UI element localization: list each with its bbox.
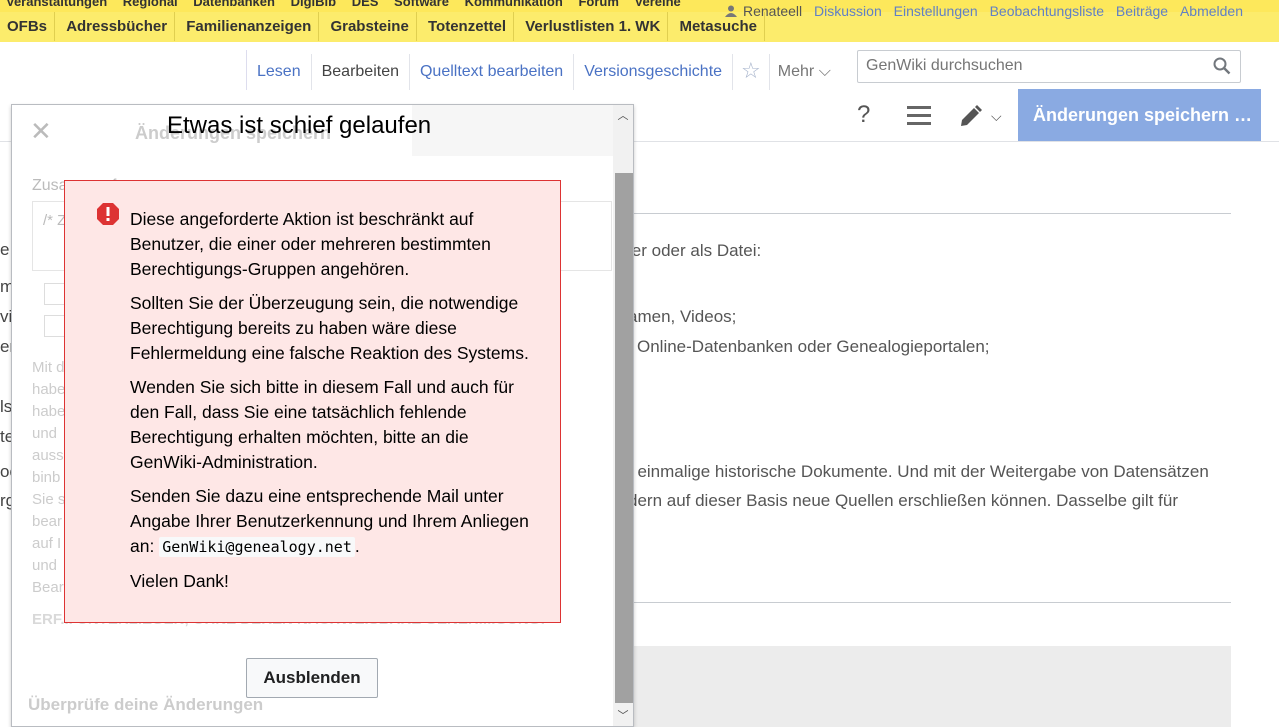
menu-item-ofbs[interactable]: OFBs [0,12,56,41]
menu-item-familienanzeigen[interactable]: Familienanzeigen [179,12,320,41]
hamburger-menu-icon[interactable] [907,106,931,126]
menu-item[interactable]: Vereine [629,0,687,9]
chevron-down-icon: ⌵ [818,63,831,80]
chevron-down-icon[interactable]: ⌵ [991,108,1002,125]
contributions-link[interactable]: Beiträge [1116,3,1168,19]
menu-item[interactable]: DigiBib [285,0,343,9]
menu-item[interactable]: Software [388,0,455,9]
user-icon [725,5,738,17]
menu-item[interactable]: Datenbanken [187,0,281,9]
dismiss-button[interactable]: Ausblenden [246,658,378,698]
minor-edit-checkbox[interactable] [44,283,66,305]
more-menu[interactable]: Mehr ⌵ [770,50,839,90]
help-icon[interactable]: ? [857,101,870,129]
menu-item[interactable]: Kommunikation [459,0,569,9]
tab-history[interactable]: Versionsgeschichte [574,50,732,90]
divider [633,213,1231,214]
menu-item-totenzettel[interactable]: Totenzettel [421,12,515,41]
tab-read[interactable]: Lesen [247,50,311,90]
scroll-up-icon[interactable]: ︿ [613,107,633,125]
error-icon [97,203,119,225]
save-changes-button[interactable]: Änderungen speichern … [1018,89,1261,141]
contact-suffix: . [354,536,360,556]
divider [633,602,1231,603]
watch-star-icon[interactable]: ☆ [733,50,769,90]
watch-page-checkbox[interactable] [44,315,66,337]
error-title: Etwas ist schief gelaufen [167,112,432,139]
more-label: Mehr [777,63,815,80]
search-icon[interactable] [1213,57,1231,75]
error-paragraph-contact: Senden Sie dazu eine entsprechende Mail … [130,484,545,560]
search-input[interactable] [864,51,1194,81]
admin-email[interactable]: GenWiki@genealogy.net [159,537,355,557]
menu-item-grabsteine[interactable]: Grabsteine [323,12,417,41]
scrollbar-thumb[interactable] [615,173,633,703]
watchlist-link[interactable]: Beobachtungsliste [990,3,1104,19]
page-tabs: Lesen Bearbeiten Quelltext bearbeiten Ve… [246,50,839,90]
error-text: Diese angeforderte Aktion ist beschränkt… [130,207,545,603]
review-changes-button[interactable]: Überprüfe deine Änderungen [28,695,263,715]
menu-item[interactable]: Veranstaltungen [0,0,113,9]
page-text: Online-Datenbanken oder Genealogieportal… [637,337,990,356]
personal-tools: Renateell Diskussion Einstellungen Beoba… [725,3,1243,19]
error-paragraph: Diese angeforderte Aktion ist beschränkt… [130,209,491,279]
tab-edit[interactable]: Bearbeiten [312,50,409,90]
dialog-save-button[interactable] [412,105,615,156]
error-paragraph: Wenden Sie sich bitte in diesem Fall und… [130,377,514,472]
page-text: amen, Videos; [628,307,737,326]
settings-link[interactable]: Einstellungen [894,3,978,19]
scroll-down-icon[interactable]: ﹀ [613,707,633,725]
page-text: ier oder als Datei: [628,241,762,260]
menu-item-adressbuecher[interactable]: Adressbücher [59,12,176,41]
menu-item[interactable]: Forum [572,0,624,9]
left-text-fragment: e [0,240,10,259]
page-text: dern auf dieser Basis neue Quellen ersch… [628,491,1178,510]
menu-item[interactable]: Regional [117,0,184,9]
username-link[interactable]: Renateell [743,3,802,19]
menu-item-verlustlisten[interactable]: Verlustlisten 1. WK [518,12,669,41]
error-thanks: Vielen Dank! [130,571,229,591]
page-text: f einmalige historische Dokumente. Und m… [628,462,1209,481]
close-icon[interactable]: ✕ [30,118,52,144]
search-box [857,50,1241,83]
error-paragraph: Sollten Sie der Überzeugung sein, die no… [130,293,529,363]
pencil-icon[interactable] [957,104,983,130]
discussion-link[interactable]: Diskussion [814,3,882,19]
tab-edit-source[interactable]: Quelltext bearbeiten [410,50,573,90]
logout-link[interactable]: Abmelden [1180,3,1243,19]
menu-item[interactable]: DES [346,0,385,9]
